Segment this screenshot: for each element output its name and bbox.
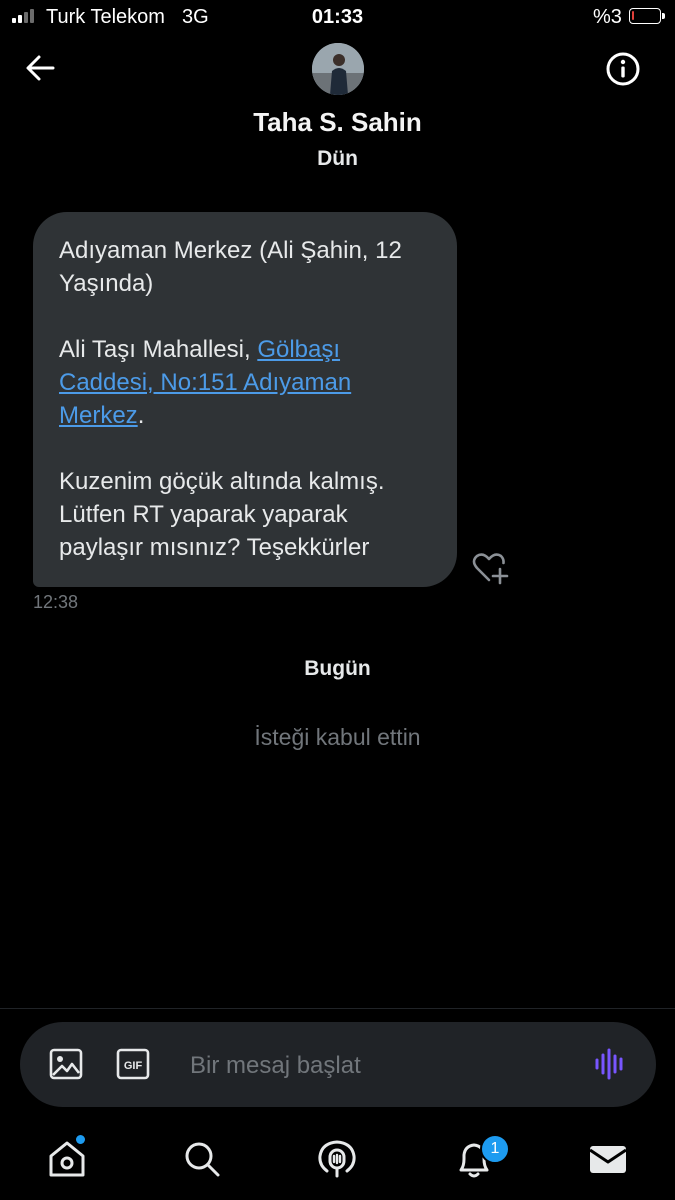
clock: 01:33 (311, 6, 364, 28)
heart-plus-icon (472, 553, 509, 585)
search-icon (185, 1142, 220, 1177)
battery-icon (629, 8, 665, 24)
contact-name[interactable]: Taha S. Sahin (0, 107, 675, 138)
system-note: İsteği kabul ettin (254, 724, 421, 750)
battery-percent: %3 (593, 6, 622, 28)
voice-message-button[interactable] (592, 1046, 628, 1082)
status-bar: Turk Telekom 3G 01:33 %3 (0, 0, 675, 36)
envelope-icon (589, 1146, 627, 1173)
info-icon (606, 52, 640, 86)
nav-home[interactable] (45, 1137, 89, 1181)
nav-messages[interactable] (586, 1137, 630, 1181)
date-separator-yesterday: Dün (317, 147, 358, 170)
home-icon (49, 1141, 85, 1177)
arrow-left-icon (26, 55, 55, 81)
message-input[interactable] (188, 1040, 572, 1092)
back-button[interactable] (22, 50, 58, 86)
voice-wave-icon (595, 1048, 623, 1080)
spaces-icon (318, 1140, 356, 1178)
person-photo-icon (312, 43, 364, 95)
message-line-3: Kuzenim göçük altında kalmış. Lütfen RT … (59, 468, 385, 561)
like-message-button[interactable] (470, 550, 510, 586)
date-separator-today: Bugün (304, 657, 371, 680)
nav-search[interactable] (180, 1137, 224, 1181)
home-new-dot (76, 1135, 85, 1144)
avatar[interactable] (312, 43, 364, 95)
nav-spaces[interactable] (315, 1137, 359, 1181)
conversation-info-button[interactable] (604, 50, 642, 88)
gif-label: GIF (124, 1060, 143, 1072)
received-message-bubble[interactable]: Adıyaman Merkez (Ali Şahin, 12 Yaşında) … (33, 212, 457, 587)
composer-divider (0, 1008, 675, 1009)
message-timestamp: 12:38 (33, 592, 79, 612)
image-icon (49, 1048, 83, 1080)
gif-icon: GIF (116, 1048, 150, 1080)
notifications-badge: 1 (480, 1134, 510, 1164)
message-line-1: Adıyaman Merkez (Ali Şahin, 12 Yaşında) (59, 237, 402, 297)
add-image-button[interactable] (48, 1046, 84, 1082)
address-suffix: . (137, 402, 145, 429)
add-gif-button[interactable]: GIF (115, 1046, 151, 1082)
message-line-2: Ali Taşı Mahallesi, Gölbaşı Caddesi, No:… (59, 333, 431, 432)
address-prefix: Ali Taşı Mahallesi, (59, 336, 258, 363)
